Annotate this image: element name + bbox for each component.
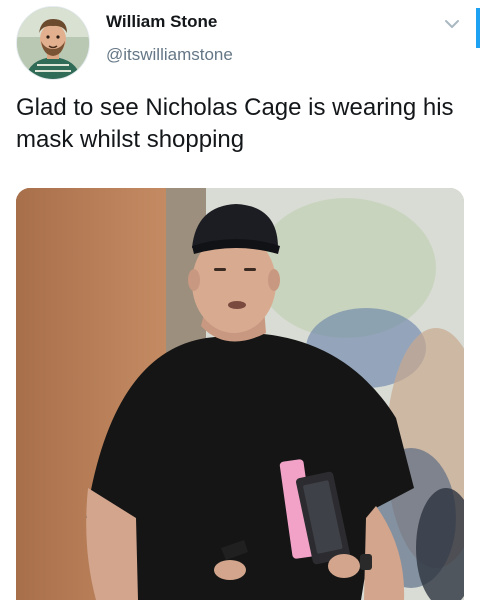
- avatar[interactable]: [16, 6, 90, 80]
- scroll-indicator: [476, 8, 480, 48]
- author-name[interactable]: William Stone: [106, 12, 217, 32]
- tweet-text: Glad to see Nicholas Cage is wearing his…: [16, 94, 454, 153]
- tweet-card: William Stone @itswilliamstone Glad to s…: [0, 0, 480, 600]
- photo-image: [16, 188, 464, 600]
- chevron-down-icon[interactable]: [442, 14, 462, 34]
- avatar-image: [17, 7, 89, 79]
- tweet-photo[interactable]: [16, 188, 464, 600]
- author-handle[interactable]: @itswilliamstone: [106, 45, 233, 65]
